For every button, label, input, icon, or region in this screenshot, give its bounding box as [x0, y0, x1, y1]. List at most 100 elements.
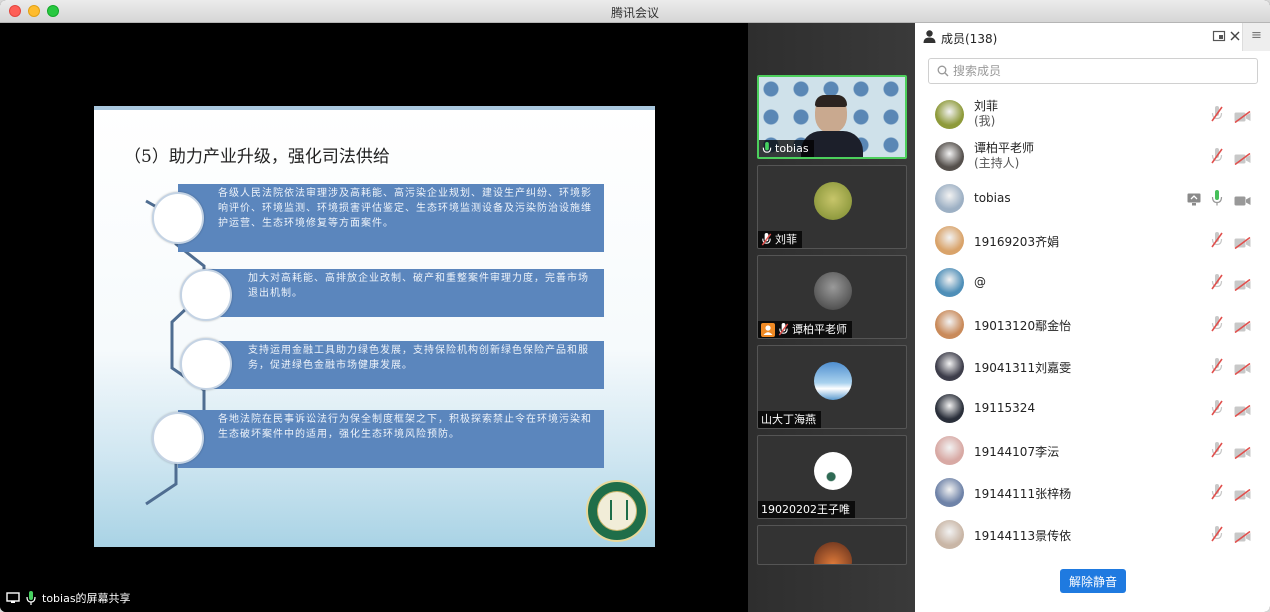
mic-muted-icon [761, 233, 772, 246]
mic-icon[interactable] [1211, 190, 1223, 206]
member-name-text: @ [974, 275, 986, 289]
video-tile-name: tobias [775, 142, 809, 155]
member-row[interactable]: 刘菲 (我) [915, 93, 1270, 135]
mic-muted-icon[interactable] [1211, 400, 1223, 416]
menu-icon[interactable]: ≡ [1242, 23, 1270, 51]
seal-emblem [597, 491, 637, 531]
camera-off-icon[interactable] [1234, 234, 1251, 250]
title-bar: 腾讯会议 [0, 0, 1270, 23]
member-role: (主持人) [974, 156, 1020, 170]
member-name: 19169203齐娟 [974, 233, 1059, 250]
camera-off-icon[interactable] [1234, 444, 1251, 460]
camera-icon[interactable] [1234, 192, 1251, 206]
member-row[interactable]: 19144111张梓杨 [915, 471, 1270, 513]
mic-muted-icon[interactable] [1211, 148, 1223, 164]
user-icon [923, 30, 936, 43]
institution-seal-logo [586, 480, 648, 542]
video-tile-name: 谭柏平老师 [792, 323, 847, 336]
close-icon[interactable] [1228, 29, 1242, 43]
screen-share-area: （5）助力产业升级，强化司法供给 各级人民法院依法审理涉及高耗能、高污染企业规划… [0, 23, 748, 612]
member-name-text: 19144113景传依 [974, 529, 1072, 543]
member-name-text: 19041311刘嘉雯 [974, 361, 1072, 375]
video-tile-strip[interactable]: tobias 刘菲 谭柏平老师 山大丁海燕 19020202王子唯 [748, 23, 915, 612]
host-badge-icon [761, 322, 775, 337]
camera-off-icon[interactable] [1234, 150, 1251, 166]
avatar [814, 272, 852, 310]
camera-off-icon[interactable] [1234, 528, 1251, 544]
member-name-text: 19169203齐娟 [974, 235, 1060, 249]
member-row[interactable]: 19041311刘嘉雯 [915, 345, 1270, 387]
member-name-text: tobias [974, 191, 1011, 205]
camera-off-icon[interactable] [1234, 108, 1251, 124]
member-panel-header: 成员(138) ≡ [915, 23, 1270, 51]
unmute-button[interactable]: 解除静音 [1060, 569, 1126, 593]
mic-muted-icon[interactable] [1211, 106, 1223, 122]
avatar [935, 268, 964, 297]
video-tile-name: 山大丁海燕 [761, 413, 816, 426]
member-name: tobias [974, 191, 1011, 205]
member-name: 19041311刘嘉雯 [974, 359, 1071, 376]
member-name: 19115324 [974, 401, 1035, 415]
video-tile-liufei[interactable]: 刘菲 [757, 165, 907, 249]
member-search-input[interactable] [953, 62, 1243, 80]
video-tile-tan-host[interactable]: 谭柏平老师 [757, 255, 907, 339]
member-row[interactable]: 19144113景传依 [915, 513, 1270, 553]
member-name-text: 谭柏平老师 [974, 141, 1035, 155]
avatar [935, 184, 964, 213]
mic-muted-icon[interactable] [1211, 484, 1223, 500]
mic-icon [762, 142, 772, 153]
screen-share-icon [6, 592, 20, 603]
avatar [935, 520, 964, 549]
video-tile-partial[interactable] [757, 525, 907, 565]
avatar [935, 394, 964, 423]
member-row[interactable]: 19169203齐娟 [915, 219, 1270, 261]
screen-share-icon [1187, 191, 1201, 206]
slide-item-3: 支持运用金融工具助力绿色发展，支持保险机构创新绿色保险产品和服务，促进绿色金融市… [208, 341, 604, 389]
video-tile-tobias[interactable]: tobias [757, 75, 907, 159]
mic-muted-icon[interactable] [1211, 526, 1223, 542]
member-name-text: 19144107李沄 [974, 445, 1060, 459]
camera-off-icon[interactable] [1234, 360, 1251, 376]
share-status-bar: tobias的屏幕共享 [6, 590, 131, 606]
camera-off-icon[interactable] [1234, 318, 1251, 334]
video-tile-label: 19020202王子唯 [758, 501, 855, 518]
video-tile-dinghaiyan[interactable]: 山大丁海燕 [757, 345, 907, 429]
mic-muted-icon[interactable] [1211, 442, 1223, 458]
video-tile-wangziwei[interactable]: 19020202王子唯 [757, 435, 907, 519]
video-tile-name: 刘菲 [775, 233, 797, 246]
avatar [814, 182, 852, 220]
mic-muted-icon[interactable] [1211, 316, 1223, 332]
member-name: 谭柏平老师 (主持人) [974, 141, 1034, 171]
member-row[interactable]: 19115324 [915, 387, 1270, 429]
video-tile-label: 刘菲 [758, 231, 802, 248]
mic-muted-icon[interactable] [1211, 232, 1223, 248]
avatar [935, 310, 964, 339]
member-name: 19144111张梓杨 [974, 485, 1071, 502]
member-row[interactable]: 19144107李沄 [915, 429, 1270, 471]
meeting-window: 腾讯会议 （5）助力产业升级，强化司法供给 各级人民法院依法审理涉及高耗能、高污… [0, 0, 1270, 612]
member-name-text: 刘菲 [974, 99, 999, 113]
member-list[interactable]: 刘菲 (我) 谭柏平老师 (主持人) tobias 19169203齐娟 @19013120… [915, 93, 1270, 553]
member-search-box[interactable] [928, 58, 1258, 84]
share-owner-label: tobias的屏幕共享 [42, 592, 131, 605]
member-count-title: 成员(138) [941, 32, 998, 46]
avatar [935, 226, 964, 255]
slide-connector-lines [145, 199, 206, 506]
member-row[interactable]: @ [915, 261, 1270, 303]
member-row[interactable]: 谭柏平老师 (主持人) [915, 135, 1270, 177]
member-name: @ [974, 275, 986, 289]
video-tile-label: tobias [759, 140, 814, 157]
avatar [814, 542, 852, 564]
avatar [935, 142, 964, 171]
member-row[interactable]: tobias [915, 177, 1270, 219]
member-panel: 成员(138) ≡ 刘菲(我) 谭柏平老师(主持人) tobias 19169203齐… [915, 23, 1270, 612]
camera-off-icon[interactable] [1234, 276, 1251, 292]
avatar [814, 452, 852, 490]
popout-icon[interactable] [1212, 29, 1226, 43]
camera-off-icon[interactable] [1234, 486, 1251, 502]
camera-off-icon[interactable] [1234, 402, 1251, 418]
member-row[interactable]: 19013120鄢金怡 [915, 303, 1270, 345]
member-name-text: 19013120鄢金怡 [974, 319, 1072, 333]
mic-muted-icon[interactable] [1211, 274, 1223, 290]
mic-muted-icon[interactable] [1211, 358, 1223, 374]
